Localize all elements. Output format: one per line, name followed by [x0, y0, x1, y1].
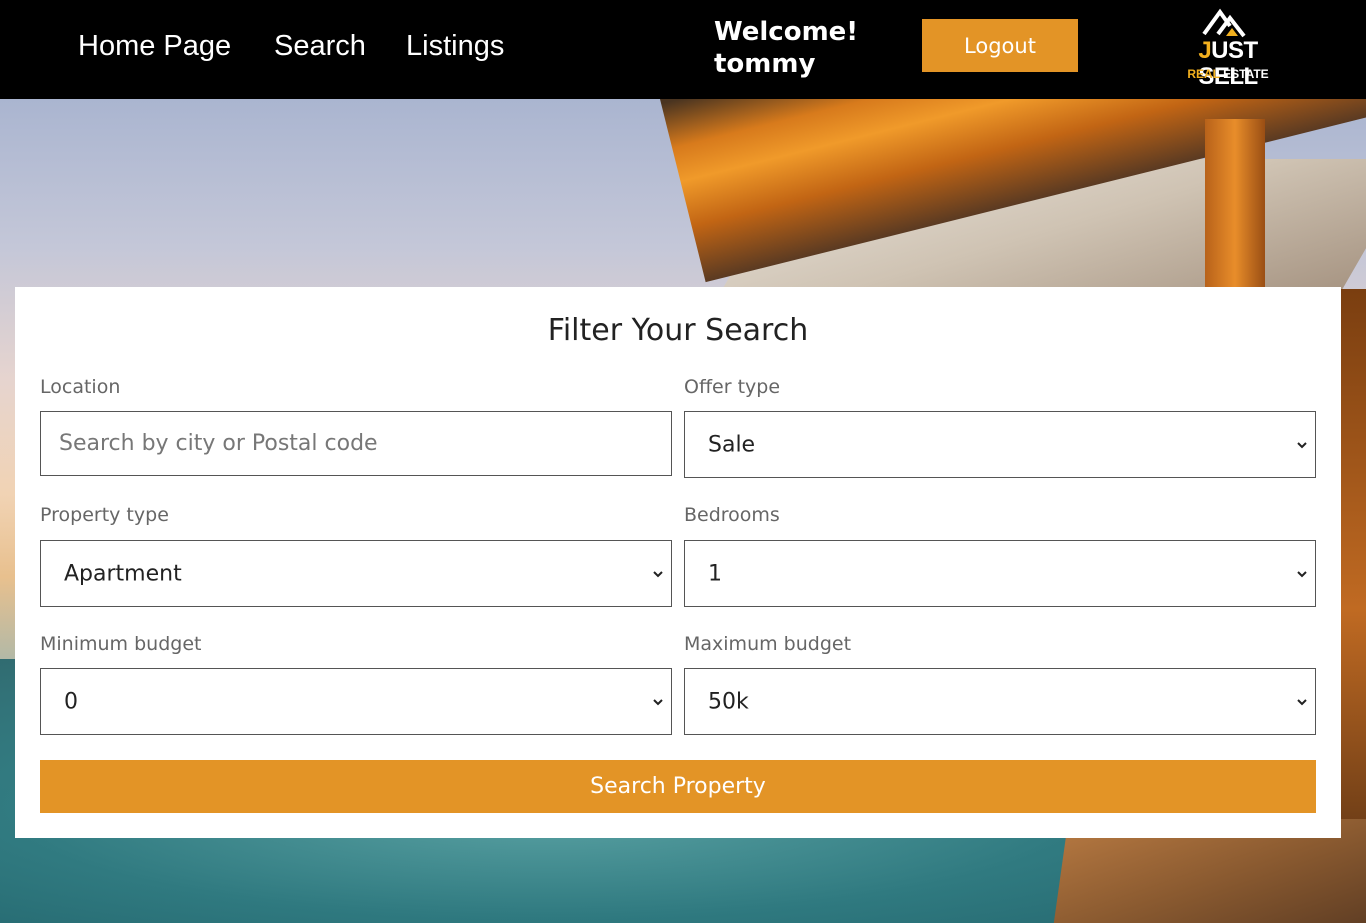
- property-type-select[interactable]: Apartment: [40, 540, 672, 607]
- property-type-label: Property type: [40, 504, 169, 526]
- logout-button[interactable]: Logout: [922, 19, 1078, 72]
- min-budget-select[interactable]: 0: [40, 668, 672, 735]
- nav-link-listings[interactable]: Listings: [406, 30, 504, 63]
- location-label: Location: [40, 376, 121, 398]
- nav-link-home[interactable]: Home Page: [78, 30, 231, 63]
- location-field: [40, 411, 672, 476]
- chevron-down-icon: [1297, 570, 1307, 577]
- bedrooms-select[interactable]: 1: [684, 540, 1316, 607]
- max-budget-label: Maximum budget: [684, 633, 852, 655]
- welcome-greeting: Welcome!: [714, 17, 859, 47]
- property-type-value: Apartment: [64, 561, 182, 586]
- location-input[interactable]: [41, 412, 671, 475]
- nav-link-search[interactable]: Search: [274, 30, 366, 63]
- offer-type-value: Sale: [708, 432, 756, 457]
- bedrooms-value: 1: [708, 561, 722, 586]
- chevron-down-icon: [1297, 441, 1307, 448]
- chevron-down-icon: [653, 698, 663, 705]
- wooden-post: [1205, 119, 1265, 289]
- form-title: Filter Your Search: [547, 313, 809, 348]
- chevron-down-icon: [653, 570, 663, 577]
- top-navbar: Home Page Search Listings Welcome! tommy…: [0, 0, 1366, 99]
- offer-type-label: Offer type: [684, 376, 781, 398]
- min-budget-value: 0: [64, 689, 78, 714]
- max-budget-value: 50k: [708, 689, 749, 714]
- search-property-button[interactable]: Search Property: [40, 760, 1316, 813]
- bedrooms-label: Bedrooms: [684, 504, 780, 526]
- max-budget-select[interactable]: 50k: [684, 668, 1316, 735]
- offer-type-select[interactable]: Sale: [684, 411, 1316, 478]
- chevron-down-icon: [1297, 698, 1307, 705]
- brand-logo[interactable]: JUST SELL REAL ESTATE: [1168, 6, 1288, 90]
- welcome-username: tommy: [714, 49, 816, 79]
- min-budget-label: Minimum budget: [40, 633, 202, 655]
- logo-subtitle: REAL ESTATE: [1187, 67, 1269, 81]
- welcome-message: Welcome! tommy: [714, 16, 858, 80]
- filter-search-card: Filter Your Search Location Offer type S…: [15, 287, 1341, 838]
- logo-wordmark: JUST SELL: [1198, 37, 1258, 90]
